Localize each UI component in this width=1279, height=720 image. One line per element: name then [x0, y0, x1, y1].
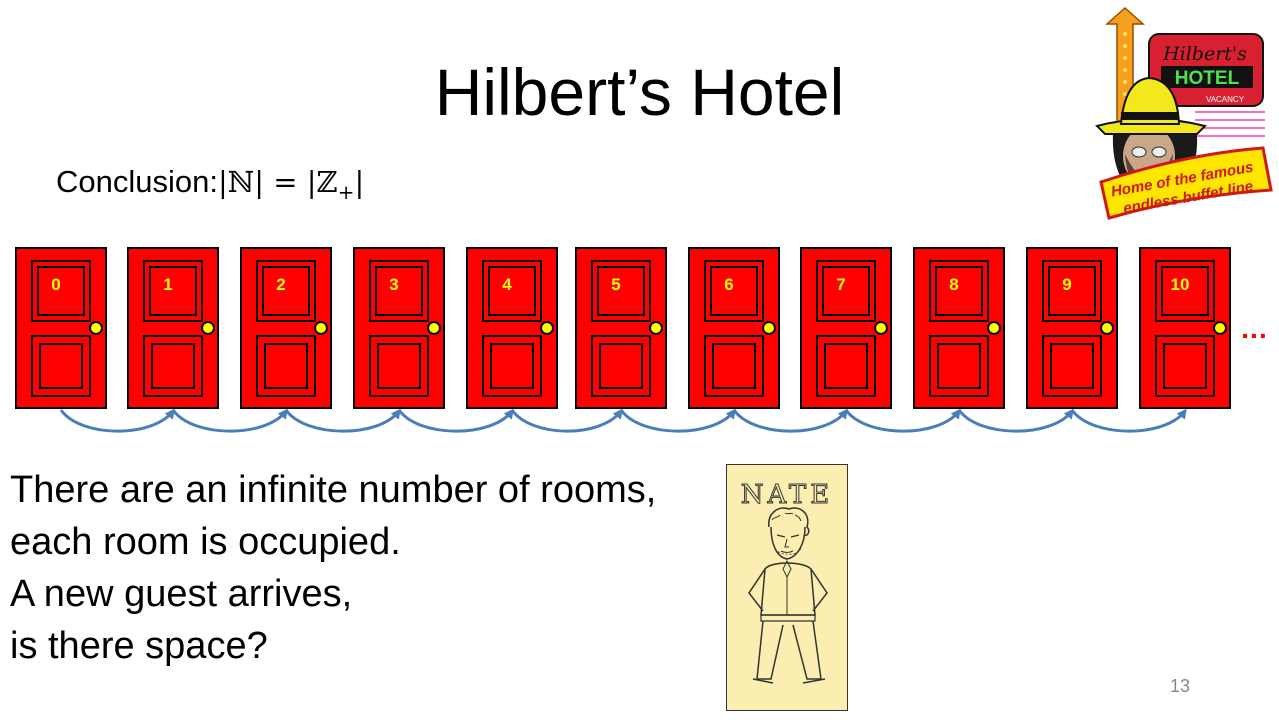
door-number-label: 6	[724, 275, 733, 294]
shift-arrow	[732, 408, 848, 433]
hilberts-hotel-logo: Hilbert's HOTEL VACANCY Home of the famo…	[1095, 6, 1273, 220]
door-number-label: 4	[502, 275, 512, 294]
door-number-label: 5	[611, 275, 620, 294]
page-number: 13	[1170, 676, 1191, 696]
door-4: 4	[466, 247, 558, 409]
door-number-label: 3	[389, 275, 398, 294]
door-number-label: 0	[51, 275, 60, 294]
logo-sign-line3: VACANCY	[1206, 95, 1245, 104]
body-line: each room is occupied.	[10, 521, 401, 563]
door-3: 3	[353, 247, 445, 409]
shift-arrow	[957, 408, 1074, 433]
door-0: 0	[15, 247, 107, 409]
door-10: 10	[1139, 247, 1231, 409]
body-line: is there space?	[10, 625, 268, 667]
shift-arrow	[844, 408, 961, 433]
shift-arrow	[397, 408, 514, 433]
door-5: 5	[575, 247, 667, 409]
logo-sign-line2: HOTEL	[1175, 68, 1240, 89]
door-2: 2	[240, 247, 332, 409]
shift-arrow	[619, 408, 736, 433]
logo-sign-line1: Hilbert's	[1162, 43, 1247, 65]
shift-arrow	[510, 408, 623, 433]
doors-ellipsis: …	[1240, 313, 1268, 344]
door-number-label: 1	[163, 275, 172, 294]
door-number-label: 8	[949, 275, 958, 294]
body-line: A new guest arrives,	[10, 573, 353, 615]
door-1: 1	[127, 247, 219, 409]
door-8: 8	[913, 247, 1005, 409]
door-7: 7	[800, 247, 892, 409]
shift-arrow	[284, 408, 401, 433]
shift-arrow	[171, 408, 288, 433]
shift-arrow	[59, 408, 175, 433]
body-line: There are an infinite number of rooms,	[10, 469, 657, 511]
door-number-label: 10	[1171, 275, 1190, 294]
door-number-label: 9	[1062, 275, 1071, 294]
door-number-label: 7	[836, 275, 845, 294]
door-6: 6	[688, 247, 780, 409]
nate-name: NATE	[741, 480, 833, 510]
door-number-label: 2	[276, 275, 285, 294]
shift-arrow	[1070, 408, 1187, 433]
sketch-person-icon: NATE	[740, 480, 833, 684]
nate-drawing: NATE	[726, 464, 848, 711]
door-9: 9	[1026, 247, 1118, 409]
body-text: There are an infinite number of rooms, e…	[10, 464, 656, 672]
